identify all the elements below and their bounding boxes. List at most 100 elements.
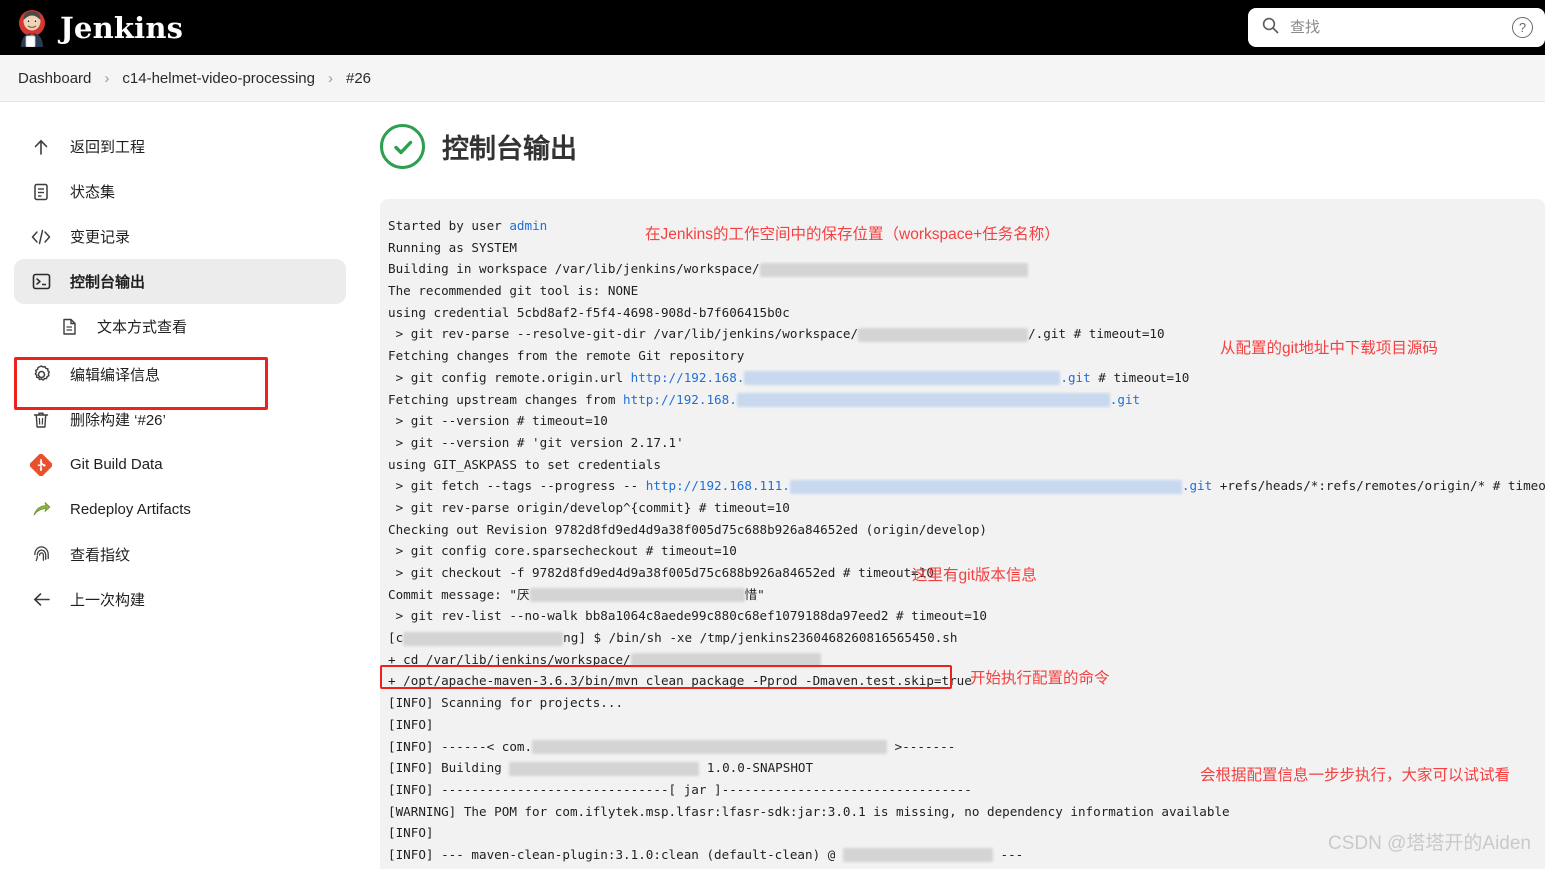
sidebar-item-status[interactable]: 状态集 (14, 169, 346, 214)
console-line: > git rev-parse origin/develop^{commit} … (388, 497, 1545, 519)
console-text: ng] $ /bin/sh -xe /tmp/jenkins2360468260… (563, 630, 958, 646)
brand-title: Jenkins (60, 10, 184, 45)
console-output-panel[interactable]: Started by user admin Running as SYSTEM Bu… (380, 199, 1545, 869)
sidebar-item-changes[interactable]: 变更记录 (14, 214, 346, 259)
annotation-git-source: 从配置的git地址中下载项目源码 (1220, 340, 1438, 357)
sidebar-item-previous-build[interactable]: 上一次构建 (14, 577, 346, 622)
redacted-text (759, 262, 1028, 277)
console-text: # timeout=10 (1090, 369, 1190, 385)
console-line: [INFO] ------< com. >------- (388, 736, 1545, 758)
annotation-workspace: 在Jenkins的工作空间中的保存位置（workspace+任务名称） (645, 226, 1060, 243)
search-input[interactable] (1290, 19, 1501, 36)
console-text: +refs/heads/*:refs/remotes/origin/* # ti… (1219, 478, 1545, 494)
git-icon (30, 453, 52, 476)
console-link[interactable]: http://192.168. (631, 370, 745, 385)
console-link[interactable]: http://192.168.111. (646, 478, 790, 493)
redacted-text (744, 371, 1061, 386)
breadcrumb-item-job[interactable]: c14-helmet-video-processing (122, 70, 315, 87)
redacted-text (842, 848, 993, 863)
watermark: CSDN @塔塔开的Aiden (1328, 833, 1531, 854)
gear-icon (30, 364, 52, 386)
console-line: + cd /var/lib/jenkins/workspace/ (388, 649, 1545, 671)
console-text: [INFO] Building (388, 760, 510, 776)
console-text: --- (992, 846, 1024, 862)
sidebar-label: 查看指纹 (70, 547, 131, 564)
sidebar-label: 控制台输出 (70, 274, 146, 291)
search-bar[interactable]: ? (1248, 8, 1545, 47)
console-text: using GIT_ASKPASS to set credentials (388, 456, 661, 472)
arrow-left-icon (30, 589, 52, 611)
console-line: Commit message: "厌 惜" (388, 584, 1545, 606)
console-text: [c (388, 630, 404, 646)
redacted-text (509, 761, 700, 776)
redacted-text (858, 327, 1029, 342)
sidebar-item-git-build-data[interactable]: Git Build Data (14, 442, 346, 487)
code-icon (30, 226, 52, 248)
page-title: 控制台输出 (442, 134, 577, 164)
redacted-text (529, 588, 745, 603)
annotation-git-version: 这里有git版本信息 (912, 567, 1037, 584)
console-line: > git config core.sparsecheckout # timeo… (388, 540, 1545, 562)
sidebar-label: 编辑编译信息 (70, 367, 161, 384)
redacted-text (630, 653, 821, 668)
console-text: > git fetch --tags --progress -- (388, 478, 646, 494)
sidebar: 返回到工程 状态集 变更记录 控制台输出 文本方式查看 编辑编译信息 删除构建 … (0, 102, 360, 882)
console-line: [INFO] Scanning for projects... (388, 692, 1545, 714)
sidebar-item-back-to-project[interactable]: 返回到工程 (14, 124, 346, 169)
sidebar-item-view-fingerprints[interactable]: 查看指纹 (14, 532, 346, 577)
sidebar-item-edit-build-information[interactable]: 编辑编译信息 (14, 352, 346, 397)
console-text: + cd /var/lib/jenkins/workspace/ (388, 651, 631, 667)
console-text: > git --version # timeout=10 (388, 413, 608, 429)
annotation-run-command: 开始执行配置的命令 (970, 670, 1110, 687)
console-link[interactable]: .git (1110, 392, 1140, 407)
console-text: > git rev-parse --resolve-git-dir /var/l… (388, 326, 859, 342)
console-text: Fetching changes from the remote Git rep… (388, 348, 745, 364)
console-text: 1.0.0-SNAPSHOT (699, 760, 814, 776)
sidebar-label: 文本方式查看 (97, 319, 188, 336)
console-text: [INFO] (388, 716, 434, 732)
console-text: Checking out Revision 9782d8fd9ed4d9a38f… (388, 521, 987, 537)
console-link[interactable]: admin (509, 218, 547, 233)
sidebar-item-redeploy-artifacts[interactable]: Redeploy Artifacts (14, 487, 346, 532)
console-line: [c ng] $ /bin/sh -xe /tmp/jenkins23604682… (388, 627, 1545, 649)
search-icon (1262, 17, 1279, 39)
top-header: Jenkins ? (0, 0, 1545, 55)
console-text: [WARNING] The POM for com.iflytek.msp.lf… (388, 803, 1230, 819)
console-line: The recommended git tool is: NONE (388, 280, 1545, 302)
console-line: > git rev-list --no-walk bb8a1064c8aede9… (388, 605, 1545, 627)
console-text: 惜" (744, 586, 765, 602)
sidebar-item-delete-build[interactable]: 删除构建 ‘#26’ (14, 397, 346, 442)
help-icon[interactable]: ? (1512, 17, 1533, 38)
sidebar-label: 返回到工程 (70, 139, 146, 156)
sidebar-label: Redeploy Artifacts (70, 501, 191, 518)
breadcrumb-item-dashboard[interactable]: Dashboard (18, 70, 91, 87)
sidebar-item-view-as-plain-text[interactable]: 文本方式查看 (14, 304, 346, 349)
console-link[interactable]: .git (1182, 478, 1212, 493)
brand-logo-group[interactable]: Jenkins (14, 9, 183, 47)
page-body: 返回到工程 状态集 变更记录 控制台输出 文本方式查看 编辑编译信息 删除构建 … (0, 102, 1545, 882)
console-text: The recommended git tool is: NONE (388, 283, 639, 299)
console-text: > git rev-parse origin/develop^{commit} … (388, 499, 790, 515)
annotation-step-by-step: 会根据配置信息一步步执行，大家可以试试看 (1200, 767, 1511, 784)
redeploy-icon (30, 499, 52, 521)
terminal-icon (30, 271, 52, 293)
sidebar-label: 状态集 (70, 184, 116, 201)
console-text: Fetching upstream changes from (388, 391, 624, 407)
sidebar-item-console-output[interactable]: 控制台输出 (14, 259, 346, 304)
console-line: > git --version # timeout=10 (388, 410, 1545, 432)
console-text: /.git # timeout=10 (1028, 326, 1165, 342)
redacted-text (789, 479, 1182, 494)
console-link[interactable]: http://192.168. (623, 392, 737, 407)
console-line: + /opt/apache-maven-3.6.3/bin/mvn clean … (388, 670, 1545, 692)
console-line: using credential 5cbd8af2-f5f4-4698-908d… (388, 302, 1545, 324)
console-link[interactable]: .git (1060, 370, 1090, 385)
console-text: >------- (887, 738, 956, 754)
breadcrumb-item-build[interactable]: #26 (346, 70, 371, 87)
file-text-icon (58, 316, 80, 338)
console-text: > git rev-list --no-walk bb8a1064c8aede9… (388, 608, 987, 624)
console-text: + /opt/apache-maven-3.6.3/bin/mvn clean … (388, 673, 972, 689)
document-icon (30, 181, 52, 203)
fingerprint-icon (30, 544, 52, 566)
console-text: Building in workspace /var/lib/jenkins/w… (388, 261, 760, 277)
console-text: [INFO] --- maven-clean-plugin:3.1.0:clea… (388, 846, 843, 862)
